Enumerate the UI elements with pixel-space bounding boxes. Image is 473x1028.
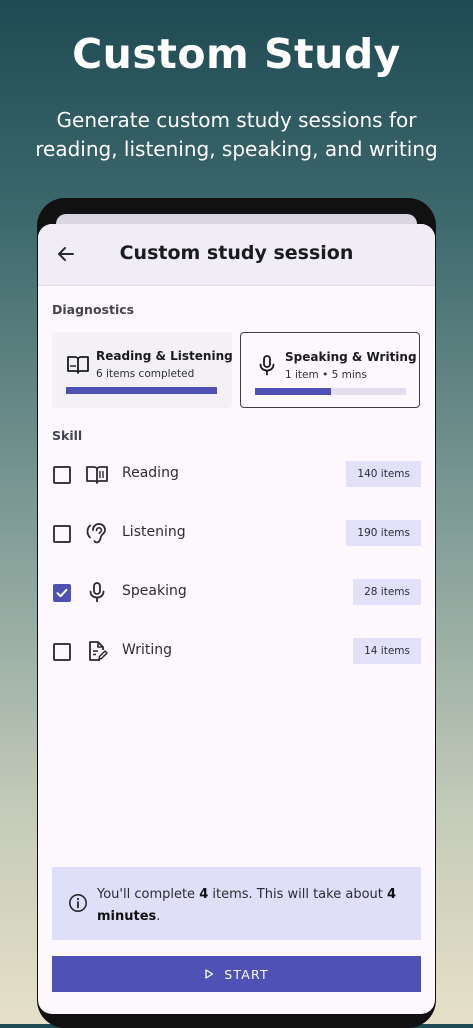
session-summary-box: You'll complete 4 items. This will take …	[52, 867, 421, 940]
diagnostic-card-speaking-writing[interactable]: Speaking & Writing 1 item • 5 mins	[240, 332, 420, 408]
start-button[interactable]: START	[52, 956, 421, 992]
item-count-badge: 190 items	[346, 520, 421, 546]
diagnostic-card-title: Reading & Listening	[96, 349, 233, 363]
summary-item-count: 4	[199, 887, 209, 902]
promo-subtitle-line2: reading, listening, speaking, and writin…	[35, 137, 438, 161]
open-book-icon	[86, 466, 108, 484]
start-button-content: START	[52, 956, 421, 992]
item-count-badge: 14 items	[353, 638, 421, 664]
info-icon	[69, 894, 87, 912]
skill-label: Skill	[52, 428, 83, 443]
reading-checkbox[interactable]	[53, 466, 71, 484]
summary-minutes-value: 4	[387, 887, 397, 902]
skill-row-reading[interactable]: Reading 140 items	[38, 454, 435, 494]
summary-minutes-word: minutes	[97, 909, 157, 924]
microphone-icon	[259, 355, 275, 376]
skill-row-listening[interactable]: Listening 190 items	[38, 513, 435, 553]
skill-label-writing: Writing	[122, 642, 172, 658]
checkmark-icon	[56, 588, 68, 598]
promo-subtitle: Generate custom study sessions for readi…	[20, 106, 453, 164]
promo-subtitle-line1: Generate custom study sessions for	[56, 108, 417, 132]
diagnostic-progress-fill	[66, 387, 217, 394]
page-title: Custom study session	[119, 242, 354, 264]
session-summary-text: You'll complete 4 items. This will take …	[97, 884, 407, 928]
microphone-icon	[89, 582, 105, 603]
diagnostic-card-subtitle: 1 item • 5 mins	[285, 369, 367, 381]
app-bar: Custom study session	[38, 224, 435, 286]
skill-label-listening: Listening	[122, 524, 186, 540]
edit-document-icon	[89, 641, 108, 661]
item-count-badge: 28 items	[353, 579, 421, 605]
summary-text-middle: items. This will take about	[208, 887, 387, 902]
diagnostic-card-subtitle: 6 items completed	[96, 368, 195, 380]
skill-row-speaking[interactable]: Speaking 28 items	[38, 572, 435, 612]
promo-title: Custom Study	[72, 30, 401, 78]
play-icon	[205, 969, 214, 979]
start-button-label: START	[224, 966, 269, 982]
summary-text-end: .	[156, 909, 161, 924]
listening-checkbox[interactable]	[53, 525, 71, 543]
skill-label-speaking: Speaking	[122, 583, 187, 599]
open-book-icon	[67, 356, 89, 374]
diagnostics-label: Diagnostics	[52, 302, 135, 317]
speaking-checkbox[interactable]	[53, 584, 71, 602]
app-screen: Custom study session Diagnostics Reading…	[38, 224, 435, 1014]
diagnostic-progress-track	[66, 387, 217, 394]
diagnostic-progress-track	[255, 388, 406, 395]
diagnostic-progress-fill	[255, 388, 331, 395]
item-count-badge: 140 items	[346, 461, 421, 487]
summary-text-before: You'll complete	[97, 887, 200, 902]
writing-checkbox[interactable]	[53, 643, 71, 661]
skill-label-reading: Reading	[122, 465, 179, 481]
diagnostic-card-title: Speaking & Writing	[285, 350, 417, 364]
diagnostic-card-reading-listening[interactable]: Reading & Listening 6 items completed	[52, 332, 233, 408]
ear-icon	[86, 523, 106, 544]
skill-row-writing[interactable]: Writing 14 items	[38, 631, 435, 671]
